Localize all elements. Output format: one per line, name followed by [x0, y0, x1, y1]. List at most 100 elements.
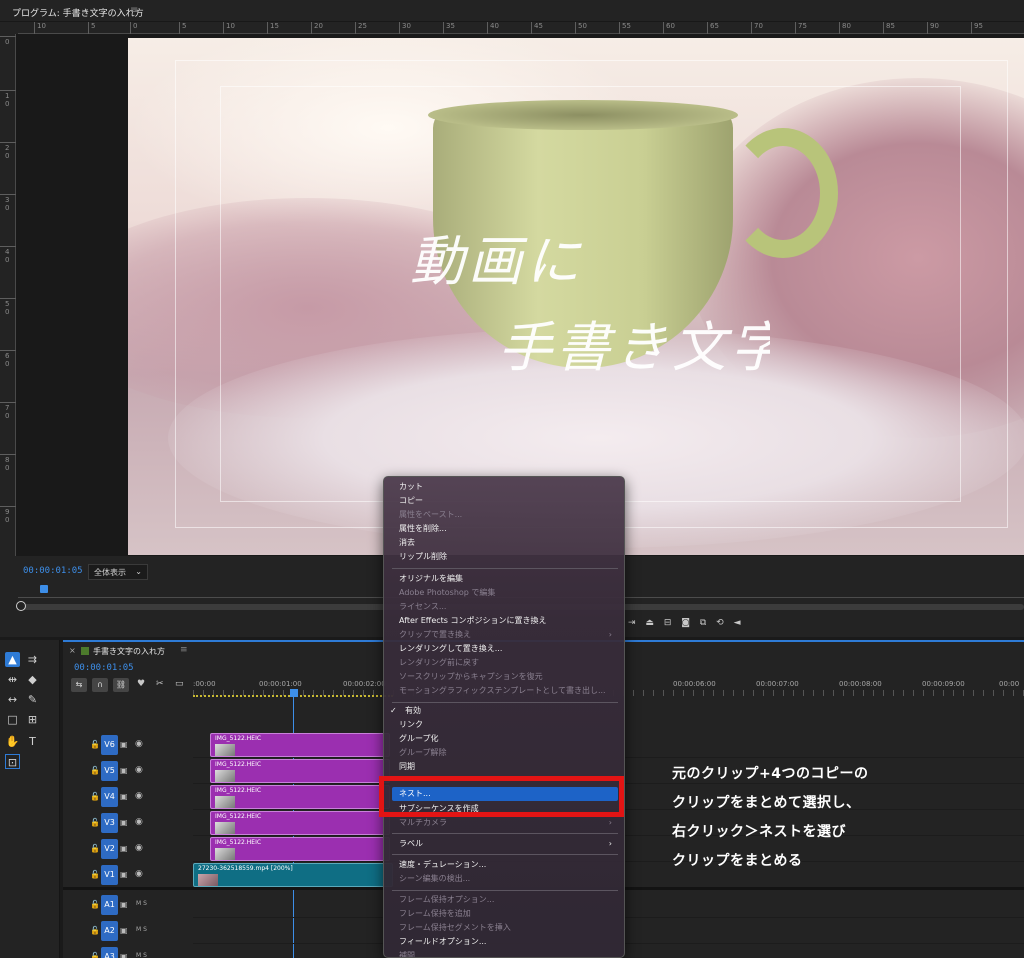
sync-lock-icon[interactable]: ▣	[120, 870, 128, 879]
track-target-a1[interactable]: A1	[101, 895, 118, 915]
zoom-level-select[interactable]: 全体表示 ⌄	[88, 564, 148, 580]
clip-v6[interactable]: IMG_5122.HEIC	[210, 733, 390, 757]
camera-icon[interactable]: ◙	[681, 618, 690, 628]
lock-icon[interactable]: 🔓	[90, 818, 100, 827]
lock-icon[interactable]: 🔓	[90, 900, 100, 909]
clip-v2[interactable]: IMG_5122.HEIC	[210, 837, 390, 861]
sync-lock-icon[interactable]: ▣	[120, 926, 128, 935]
track-header-a1: 🔓 A1 ▣ M S	[63, 892, 193, 918]
menu-item-copy[interactable]: コピー	[392, 494, 618, 508]
lift-icon[interactable]: ⏏	[645, 618, 654, 628]
lock-icon[interactable]: 🔓	[90, 792, 100, 801]
nest-toggle-button[interactable]: ⇆	[71, 678, 87, 692]
sync-lock-icon[interactable]: ▣	[120, 900, 128, 909]
snap-button[interactable]: ∩	[92, 678, 108, 692]
clip-v1[interactable]: 27230-362518559.mp4 [200%]	[193, 863, 393, 887]
panel-menu-icon[interactable]: ≡	[180, 645, 188, 655]
track-target-v3[interactable]: V3	[101, 813, 118, 833]
rectangle-icon[interactable]: □	[5, 712, 20, 727]
menu-item-enable[interactable]: ✓ 有効	[390, 704, 618, 718]
clip-v3[interactable]: IMG_5122.HEIC	[210, 811, 390, 835]
menu-item-field-options[interactable]: フィールドオプション...	[392, 935, 618, 949]
menu-item-replace-with-ae-comp[interactable]: After Effects コンポジションに置き換え	[392, 614, 618, 628]
sequence-playhead[interactable]	[290, 689, 298, 697]
sync-lock-icon[interactable]: ▣	[120, 740, 128, 749]
mute-solo-buttons[interactable]: M S	[136, 900, 147, 907]
extract-icon[interactable]: ⊟	[664, 618, 672, 628]
menu-item-edit-original[interactable]: オリジナルを編集	[392, 572, 618, 586]
go-to-out-icon[interactable]: ⇥	[628, 618, 636, 628]
track-target-v2[interactable]: V2	[101, 839, 118, 859]
instruction-annotation: 元のクリップ+4つのコピーの クリップをまとめて選択し、 右クリック＞ネストを選…	[672, 764, 1012, 880]
handwritten-title-overlay: 動画に 手書き文字	[410, 230, 770, 379]
slip-icon[interactable]: ↔	[5, 692, 20, 707]
menu-item-synchronize[interactable]: 同期	[392, 760, 618, 774]
panel-menu-icon[interactable]: ≡	[130, 5, 138, 16]
tools-panel: ▲ ⇉ ⇹ ◆ ↔ ✎ □ ⊞ ✋ T ⊡	[0, 640, 60, 958]
type-icon[interactable]: T	[25, 734, 40, 749]
wrench-icon[interactable]: ✂	[156, 679, 164, 689]
lock-icon[interactable]: 🔓	[90, 952, 100, 958]
sync-lock-icon[interactable]: ▣	[120, 818, 128, 827]
sync-lock-icon[interactable]: ▣	[120, 792, 128, 801]
hand-icon[interactable]: ✋	[5, 734, 20, 749]
sync-lock-icon[interactable]: ▣	[120, 952, 128, 958]
menu-item-remove-attributes[interactable]: 属性を削除...	[392, 522, 618, 536]
selection-arrow-icon[interactable]: ▲	[5, 652, 20, 667]
eye-icon[interactable]: ◉	[135, 791, 143, 801]
lock-icon[interactable]: 🔓	[90, 926, 100, 935]
clip-label: 27230-362518559.mp4 [200%]	[198, 865, 293, 872]
track-target-v6[interactable]: V6	[101, 735, 118, 755]
eye-icon[interactable]: ◉	[135, 817, 143, 827]
close-icon[interactable]: ×	[69, 646, 76, 655]
menu-item-speed-duration[interactable]: 速度・デュレーション...	[392, 858, 618, 872]
program-playhead[interactable]	[40, 585, 48, 593]
menu-item-clear[interactable]: 消去	[392, 536, 618, 550]
track-target-v1[interactable]: V1	[101, 865, 118, 885]
menu-item-render-and-replace[interactable]: レンダリングして置き換え...	[392, 642, 618, 656]
zoom-scroll-handle[interactable]	[16, 601, 26, 611]
lock-icon[interactable]: 🔓	[90, 740, 100, 749]
track-target-v5[interactable]: V5	[101, 761, 118, 781]
lock-icon[interactable]: 🔓	[90, 844, 100, 853]
mute-solo-buttons[interactable]: M S	[136, 926, 147, 933]
clip-v4[interactable]: IMG_5122.HEIC	[210, 785, 390, 809]
eye-icon[interactable]: ◉	[135, 843, 143, 853]
track-target-a2[interactable]: A2	[101, 921, 118, 941]
lock-icon[interactable]: 🔓	[90, 870, 100, 879]
track-target-v4[interactable]: V4	[101, 787, 118, 807]
eye-icon[interactable]: ◉	[135, 765, 143, 775]
sequence-timecode[interactable]: 00:00:01:05	[74, 663, 134, 673]
comparison-view-icon[interactable]: ⧉	[700, 618, 706, 628]
vr-video-icon[interactable]: ⟲	[716, 618, 724, 628]
eye-icon[interactable]: ◉	[135, 739, 143, 749]
track-target-a3[interactable]: A3	[101, 947, 118, 958]
program-timecode[interactable]: 00:00:01:05	[23, 566, 83, 576]
program-monitor-tab[interactable]: プログラム: 手書き文字の入れ方 ≡	[0, 0, 1024, 22]
linked-selection-button[interactable]: ⛓	[113, 678, 129, 692]
captions-icon[interactable]: ⊞	[25, 712, 40, 727]
pen-icon[interactable]: ✎	[25, 692, 40, 707]
sync-lock-icon[interactable]: ▣	[120, 844, 128, 853]
menu-item-cut[interactable]: カット	[392, 480, 618, 494]
transcript-icon[interactable]: ⊡	[5, 754, 20, 769]
lock-icon[interactable]: 🔓	[90, 766, 100, 775]
menu-item-ripple-delete[interactable]: リップル削除	[392, 550, 618, 564]
track-select-forward-icon[interactable]: ⇉	[25, 652, 40, 667]
sync-lock-icon[interactable]: ▣	[120, 766, 128, 775]
mute-solo-buttons[interactable]: M S	[136, 952, 147, 958]
menu-item-group[interactable]: グループ化	[392, 732, 618, 746]
clip-v5[interactable]: IMG_5122.HEIC	[210, 759, 390, 783]
volume-icon[interactable]: ◄	[734, 618, 741, 628]
caption-track-icon[interactable]: ▭	[175, 679, 184, 689]
ruler-label: 00:00:06:00	[673, 680, 716, 688]
ripple-edit-icon[interactable]: ⇹	[5, 672, 20, 687]
ruler-tick: 5	[88, 22, 95, 34]
ruler-label: 00:00:09:00	[922, 680, 965, 688]
eye-icon[interactable]: ◉	[135, 869, 143, 879]
razor-icon[interactable]: ◆	[25, 672, 40, 687]
add-marker-icon[interactable]: ♥	[137, 679, 145, 689]
submenu-arrow-icon: ›	[608, 839, 612, 848]
menu-item-link[interactable]: リンク	[392, 718, 618, 732]
menu-item-label[interactable]: ラベル ›	[392, 837, 618, 851]
